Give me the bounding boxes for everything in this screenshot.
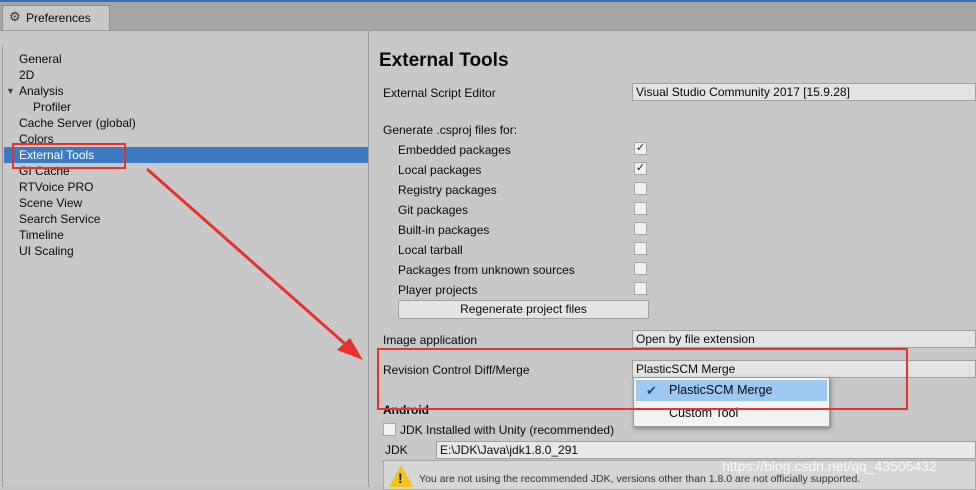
watermark: https://blog.csdn.net/qq_43505432 [722, 458, 937, 474]
annotation-arrow [146, 167, 363, 360]
